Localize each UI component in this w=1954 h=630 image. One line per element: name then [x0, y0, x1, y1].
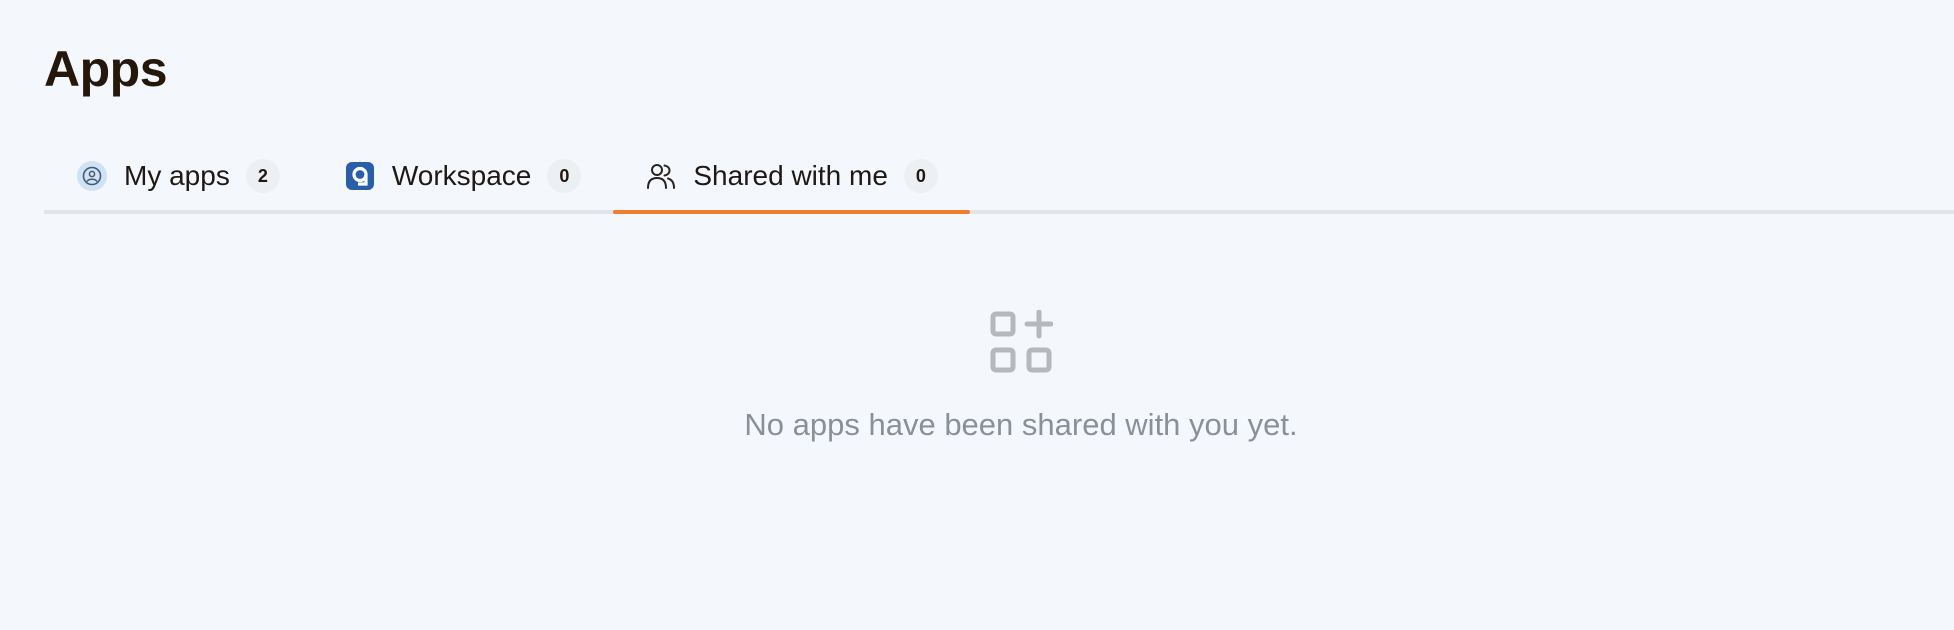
tab-workspace[interactable]: Workspace 0 — [312, 142, 614, 210]
user-circle-icon — [76, 160, 108, 192]
page-title: Apps — [44, 41, 168, 97]
tab-shared-with-me[interactable]: Shared with me 0 — [613, 142, 970, 214]
empty-state-message: No apps have been shared with you yet. — [744, 407, 1298, 442]
tab-count-badge: 2 — [245, 159, 280, 193]
apps-add-icon — [989, 309, 1054, 376]
tab-label: My apps — [124, 160, 230, 191]
tab-count-badge: 0 — [547, 159, 582, 193]
tab-my-apps[interactable]: My apps 2 — [44, 142, 312, 210]
tab-count-badge: 0 — [903, 159, 938, 193]
users-icon — [645, 160, 677, 192]
tab-label: Shared with me — [693, 160, 888, 191]
empty-state: No apps have been shared with you yet. — [721, 309, 1321, 443]
workspace-logo-icon — [344, 160, 376, 192]
tab-bar: My apps 2 Workspace 0 Shared with me 0 — [44, 142, 1954, 214]
tab-label: Workspace — [391, 160, 532, 191]
